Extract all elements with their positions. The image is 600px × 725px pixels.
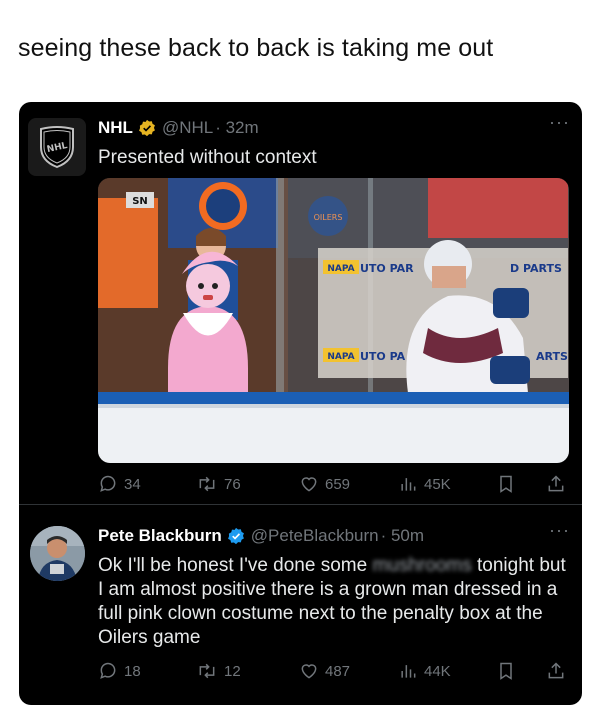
media-label: NAPA <box>327 264 354 274</box>
views-chart-icon <box>401 478 416 491</box>
heart-icon <box>301 477 317 492</box>
author-handle[interactable]: @PeteBlackburn <box>251 526 379 546</box>
more-options-icon[interactable]: ··· <box>549 520 570 541</box>
author-avatar[interactable] <box>30 526 85 581</box>
tweet-media-image[interactable]: OILERS SN NAPA UTO PAR D PARTS NAPA UTO … <box>98 178 569 463</box>
verified-badge-icon <box>139 119 155 137</box>
tweet-text: Presented without context <box>98 147 317 168</box>
nhl-shield-icon: NHL <box>40 126 74 169</box>
tweet-actions: 18 12 487 44K <box>98 661 568 683</box>
media-label: UTO PA <box>360 350 406 363</box>
share-icon <box>548 662 564 679</box>
share-button[interactable] <box>546 474 572 494</box>
author-name[interactable]: NHL <box>98 118 133 138</box>
tweet-timestamp[interactable]: · 32m <box>215 118 258 138</box>
tweet-text: Ok I'll be honest I've done some mushroo… <box>98 554 568 650</box>
media-label: UTO PAR <box>360 262 414 275</box>
tweet-divider <box>19 504 582 505</box>
bookmark-button[interactable] <box>497 661 521 681</box>
reply-count: 34 <box>124 475 141 493</box>
post-caption: seeing these back to back is taking me o… <box>18 34 494 62</box>
bookmark-icon <box>500 475 512 493</box>
tweets-screenshot: NHL NHL @NHL · 32m ··· Presented without… <box>19 102 582 705</box>
reply-count: 18 <box>124 662 141 680</box>
share-button[interactable] <box>546 661 572 681</box>
author-handle[interactable]: @NHL <box>162 118 213 138</box>
reply-button[interactable]: 34 <box>98 474 141 494</box>
reply-icon <box>100 662 116 679</box>
more-options-icon[interactable]: ··· <box>549 112 570 133</box>
heart-icon <box>301 664 317 679</box>
views-button[interactable]: 45K <box>398 474 451 494</box>
views-button[interactable]: 44K <box>398 661 451 681</box>
verified-badge-icon <box>227 527 244 545</box>
author-name[interactable]: Pete Blackburn <box>98 526 222 546</box>
tweet-header: Pete Blackburn @PeteBlackburn · 50m <box>98 526 424 546</box>
sn-network-logo: SN <box>132 196 148 207</box>
repost-count: 76 <box>224 475 241 493</box>
views-chart-icon <box>401 665 416 678</box>
tweet-actions: 34 76 659 45K <box>98 474 568 496</box>
repost-icon <box>199 476 215 492</box>
tweet-pete-blackburn[interactable]: Pete Blackburn @PeteBlackburn · 50m ··· … <box>19 510 582 705</box>
media-label: D PARTS <box>510 262 562 275</box>
views-count: 44K <box>424 662 451 680</box>
tweet-text-censored: mushrooms <box>372 555 472 576</box>
hockey-rink-photo: OILERS SN NAPA UTO PAR D PARTS NAPA UTO … <box>98 178 569 463</box>
tweet-text-part: Ok I'll be honest I've done some <box>98 555 373 576</box>
share-icon <box>548 475 564 492</box>
like-button[interactable]: 487 <box>299 661 350 681</box>
bookmark-button[interactable] <box>497 474 521 494</box>
views-count: 45K <box>424 475 451 493</box>
reply-button[interactable]: 18 <box>98 661 141 681</box>
like-count: 659 <box>325 475 351 493</box>
repost-icon <box>199 663 215 679</box>
reply-icon <box>100 475 116 492</box>
media-label: ARTS <box>536 350 568 363</box>
like-count: 487 <box>325 662 351 680</box>
bookmark-icon <box>500 662 512 680</box>
media-label: NAPA <box>327 352 354 362</box>
tweet-nhl[interactable]: NHL NHL @NHL · 32m ··· Presented without… <box>19 102 582 502</box>
tweet-header: NHL @NHL · 32m <box>98 118 259 138</box>
repost-count: 12 <box>224 662 241 680</box>
avatar-photo <box>30 526 85 581</box>
repost-button[interactable]: 12 <box>196 661 241 681</box>
nhl-logo-avatar[interactable]: NHL <box>28 118 86 176</box>
tweet-timestamp[interactable]: · 50m <box>381 526 424 546</box>
like-button[interactable]: 659 <box>299 474 350 494</box>
repost-button[interactable]: 76 <box>196 474 241 494</box>
